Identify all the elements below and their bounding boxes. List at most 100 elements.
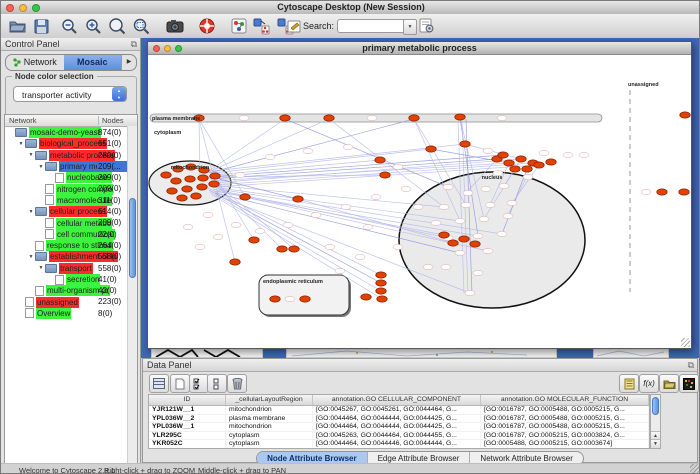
gene-label-node [481, 186, 491, 191]
node-color-dropdown[interactable]: transporter activity ▲▼ [13, 86, 127, 102]
tree-label: secretion [66, 274, 100, 285]
tree-row[interactable]: nucleobase-209(0) [5, 172, 137, 183]
network-window-titlebar[interactable]: primary metabolic process [148, 42, 691, 55]
table-scrollbar-thumb[interactable] [652, 397, 659, 415]
region-label: unassigned [628, 82, 659, 88]
help-icon[interactable] [197, 16, 217, 36]
tab-mosaic[interactable]: Mosaic [64, 55, 122, 70]
gene-node [249, 237, 259, 243]
gene-label-node [483, 148, 493, 153]
gene-label-node [183, 224, 193, 229]
tree-row[interactable]: nitrogen compo209(0) [5, 183, 137, 194]
open-icon[interactable] [8, 16, 28, 36]
tree-row[interactable]: unassigned223(0) [5, 296, 137, 307]
column-header[interactable]: annotation.GO CELLULAR_COMPONENT [313, 395, 481, 405]
table-row[interactable]: YLR295Ccytoplasm[GO:0045263, GO:0044464,… [149, 432, 649, 441]
column-header[interactable]: annotation.GO MOLECULAR_FUNCTION [481, 395, 649, 405]
table-row[interactable]: YPL036W__1mitochondrion[GO:0044464, GO:0… [149, 423, 649, 432]
collapse-arrow-icon[interactable]: ▼ [37, 164, 45, 170]
tree-row[interactable]: ▼biological_process651(0) [5, 138, 137, 149]
attribute-table[interactable]: ID_cellularLayoutRegionannotation.GO CEL… [148, 394, 650, 449]
gene-node [679, 189, 689, 195]
collapse-arrow-icon[interactable]: ▼ [27, 254, 35, 260]
zoom-in-icon[interactable] [83, 16, 103, 36]
tree-scrollbar-thumb[interactable] [129, 198, 136, 278]
attribute-batch-icon[interactable] [619, 374, 639, 393]
folder-icon [45, 264, 57, 273]
zoom-out-icon[interactable] [59, 16, 79, 36]
table-row[interactable]: YJR121W__1mitochondrion[GO:0045267, GO:0… [149, 406, 649, 415]
function-builder-icon[interactable]: f(x) [639, 374, 659, 393]
tree-row[interactable]: ▼primary metabo209(... [5, 161, 137, 172]
zoom-fit-icon[interactable] [131, 16, 151, 36]
tree-row[interactable]: mosaic-demo-yeast874(0) [5, 127, 137, 138]
tree-row[interactable]: Overview8(0) [5, 308, 137, 319]
gene-label-node [497, 231, 507, 236]
float-panel-icon[interactable]: ⧉ [131, 39, 137, 50]
delete-attribute-icon[interactable] [227, 374, 247, 393]
search-input[interactable] [337, 19, 407, 33]
collapse-arrow-icon[interactable]: ▼ [37, 265, 45, 271]
gene-label-node [641, 189, 651, 194]
import-attributes-icon[interactable] [659, 374, 679, 393]
tab-overflow-arrow[interactable]: ▶ [121, 55, 136, 70]
table-scrollbar[interactable]: ▲ ▼ [650, 394, 661, 449]
matrix-view-icon[interactable] [679, 374, 699, 393]
search-settings-icon[interactable] [419, 18, 434, 33]
table-row[interactable]: YPL036W__2plasma membrane[GO:0044464, GO… [149, 415, 649, 424]
attribute-table-icon[interactable] [149, 374, 169, 393]
tree-row[interactable]: macromolecule311(0) [5, 195, 137, 206]
data-panel-header[interactable]: Data Panel ⧉ [143, 359, 697, 372]
tree-header[interactable]: Network Nodes [5, 115, 137, 127]
new-attribute-icon[interactable] [170, 374, 190, 393]
tree-row[interactable]: ▼cellular process614(0) [5, 206, 137, 217]
search-dropdown-icon[interactable]: ▼ [403, 19, 417, 35]
scroll-down-icon[interactable]: ▼ [651, 439, 660, 448]
cytoscape-desktop-window: Cytoscape Desktop (New Session) [0, 0, 700, 474]
select-attributes-icon[interactable] [189, 374, 209, 393]
column-header[interactable]: _cellularLayoutRegion [226, 395, 313, 405]
background-window-fragment[interactable] [286, 348, 557, 358]
network-overview-icon[interactable] [229, 16, 249, 36]
save-icon[interactable] [31, 16, 51, 36]
tree-row[interactable]: ▼metabolic process280(0) [5, 150, 137, 161]
tree-col-network[interactable]: Network [9, 116, 37, 125]
unselect-attributes-icon[interactable] [207, 374, 227, 393]
gene-node [459, 236, 469, 242]
gene-node [324, 115, 334, 121]
region-label: plasma membrane [152, 116, 200, 122]
network-canvas[interactable]: plasma membranecytoplasmmitochondrionnuc… [148, 55, 691, 345]
tree-row[interactable]: ▼transport558(0) [5, 263, 137, 274]
tree-row[interactable]: response to stimul264(0) [5, 240, 137, 251]
zoom-selected-icon[interactable] [107, 16, 127, 36]
gene-node [657, 189, 667, 195]
collapse-arrow-icon[interactable]: ▼ [27, 209, 35, 215]
tree-row[interactable]: secretion41(0) [5, 274, 137, 285]
background-window-fragment[interactable] [593, 348, 669, 358]
float-panel-icon[interactable]: ⧉ [688, 360, 694, 371]
gene-node [377, 296, 387, 302]
app-titlebar[interactable]: Cytoscape Desktop (New Session) [1, 1, 700, 15]
table-row[interactable]: YKR052Ccytoplasm[GO:0044464, GO:0044446,… [149, 440, 649, 449]
gene-node [361, 294, 371, 300]
collapse-arrow-icon[interactable]: ▼ [17, 141, 25, 147]
collapse-arrow-icon[interactable]: ▼ [27, 152, 35, 158]
resize-grip-icon[interactable] [681, 338, 690, 347]
table-cell: mitochondrion [226, 406, 313, 414]
apply-layout-1-icon[interactable] [251, 16, 271, 36]
tree-row[interactable]: cell communicat22(0) [5, 229, 137, 240]
tab-network[interactable]: Network [6, 55, 64, 70]
tree-row[interactable]: cellular metabo209(0) [5, 217, 137, 228]
tree-row[interactable]: ▼establishment of lo558(0) [5, 251, 137, 262]
gene-label-node [483, 248, 493, 253]
column-header[interactable]: ID [149, 395, 226, 405]
resize-grip-icon[interactable] [690, 464, 699, 473]
snapshot-icon[interactable] [165, 16, 185, 36]
tree-col-nodes[interactable]: Nodes [98, 116, 124, 125]
tree-scrollbar[interactable] [127, 126, 137, 474]
control-panel-header[interactable]: Control Panel ⧉ [1, 38, 140, 51]
table-cell: YPL036W__1 [149, 423, 226, 431]
annotation-icon[interactable] [285, 16, 305, 36]
tree-row[interactable]: multi-organism pr42(0) [5, 285, 137, 296]
background-window-fragment[interactable] [151, 348, 263, 358]
